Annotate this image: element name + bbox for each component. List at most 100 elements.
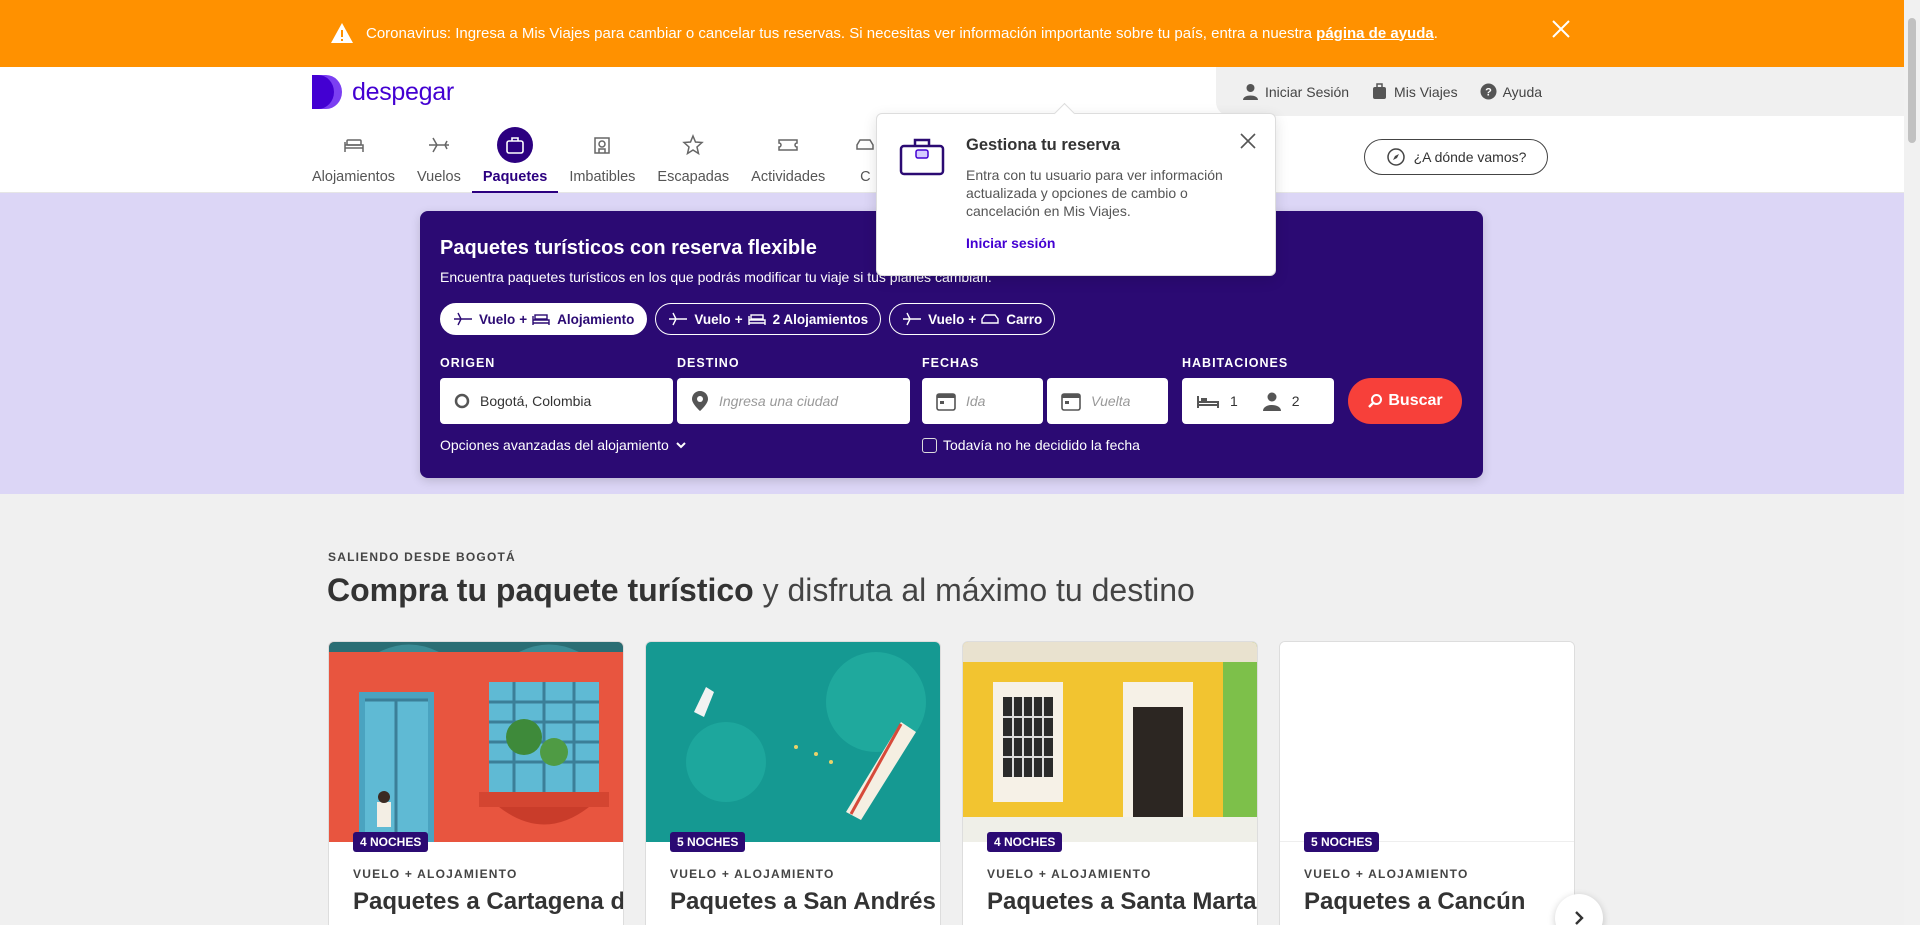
nav-icon-wrap — [675, 127, 711, 163]
calendar-icon — [1061, 393, 1081, 411]
pill-part-b: Alojamiento — [557, 311, 635, 327]
nav-icon-wrap — [421, 127, 457, 163]
destination-input[interactable]: Ingresa una ciudad — [677, 378, 910, 424]
compass-icon — [1386, 148, 1405, 166]
card-type-label: VUELO + ALOJAMIENTO — [1304, 867, 1469, 881]
card-title: Paquetes a Santa Marta — [987, 888, 1257, 915]
card-title: Paquetes a Cancún — [1304, 888, 1526, 915]
depart-placeholder: Ida — [966, 393, 986, 409]
package-card-cartagena[interactable]: 4 NOCHES VUELO + ALOJAMIENTO Paquetes a … — [328, 641, 624, 925]
help-label: Ayuda — [1502, 83, 1543, 100]
sea-boats-image — [646, 642, 940, 842]
checkbox-box[interactable] — [922, 437, 937, 453]
pill-flight-hotel[interactable]: Vuelo + Alojamiento — [440, 303, 648, 335]
my-trips-label: Mis Viajes — [1394, 83, 1458, 100]
scrollbar-thumb[interactable] — [1908, 18, 1916, 143]
nights-badge: 5 NOCHES — [1304, 832, 1380, 852]
hotel-badge-icon — [594, 137, 611, 154]
plane-icon — [454, 312, 472, 326]
login-label: Iniciar Sesión — [1265, 83, 1350, 100]
pill-plus: + — [968, 311, 977, 327]
card-type-label: VUELO + ALOJAMIENTO — [353, 867, 518, 881]
search-button-label: Buscar — [1388, 392, 1443, 409]
nights-badge: 4 NOCHES — [353, 832, 429, 852]
package-card-cancun[interactable]: 5 NOCHES VUELO + ALOJAMIENTO Paquetes a … — [1279, 641, 1575, 925]
nav-label: Escapadas — [657, 169, 730, 185]
nav-label: Imbatibles — [569, 169, 636, 185]
nav-item-vuelos[interactable]: Vuelos — [406, 127, 472, 192]
package-card-san-andres[interactable]: 5 NOCHES VUELO + ALOJAMIENTO Paquetes a … — [645, 641, 941, 925]
close-icon[interactable] — [1550, 18, 1572, 40]
nav-item-paquetes[interactable]: Paquetes — [471, 127, 559, 193]
plane-icon — [428, 137, 449, 153]
origin-input[interactable]: Bogotá, Colombia — [440, 378, 673, 424]
pill-flight-car[interactable]: Vuelo + Carro — [889, 303, 1056, 335]
alert-message: Coronavirus: Ingresa a Mis Viajes para c… — [366, 24, 1317, 42]
help-link[interactable]: ? Ayuda — [1480, 83, 1542, 100]
destination-label: DESTINO — [677, 356, 740, 370]
plane-icon — [903, 312, 922, 326]
plane-icon — [669, 312, 688, 326]
nav-label: Vuelos — [417, 169, 461, 185]
svg-text:?: ? — [1485, 87, 1492, 99]
bed-icon — [343, 139, 364, 152]
where-to-go-button[interactable]: ¿A dónde vamos? — [1364, 139, 1548, 175]
close-icon[interactable] — [1239, 132, 1257, 150]
user-icon — [1243, 84, 1258, 100]
rooms-guests-selector[interactable]: 1 2 — [1182, 378, 1334, 424]
my-trips-link[interactable]: Mis Viajes — [1371, 83, 1458, 100]
card-image-santa-marta — [963, 642, 1257, 842]
suitcase-icon — [506, 137, 524, 154]
undecided-date-checkbox[interactable]: Todavía no he decidido la fecha — [922, 437, 1140, 453]
user-icon — [1262, 392, 1281, 411]
popover-login-link[interactable]: Iniciar sesión — [966, 235, 1055, 251]
page-scrollbar[interactable] — [1904, 0, 1920, 925]
login-link[interactable]: Iniciar Sesión — [1242, 83, 1349, 100]
help-page-link[interactable]: página de ayuda — [1316, 25, 1434, 42]
headline-bold: Compra tu paquete turístico — [327, 572, 754, 608]
warning-icon — [331, 23, 353, 43]
card-title: Paquetes a Cartagena de Indias — [353, 888, 624, 915]
section-headline: Compra tu paquete turístico y disfruta a… — [327, 572, 1195, 609]
package-type-pills: Vuelo + Alojamiento Vuelo + 2 Alojamientos… — [440, 303, 1063, 335]
origin-value: Bogotá, Colombia — [480, 393, 592, 409]
nav-item-alojamientos[interactable]: Alojamientos — [312, 127, 406, 192]
return-date-input[interactable]: Vuelta — [1047, 378, 1168, 424]
cartagena-facade-image — [329, 642, 623, 842]
pill-part-a: Vuelo — [479, 311, 516, 327]
despegar-logo[interactable]: despegar — [312, 75, 454, 109]
package-cards-carousel: 4 NOCHES VUELO + ALOJAMIENTO Paquetes a … — [328, 641, 1596, 925]
popover-title: Gestiona tu reserva — [966, 136, 1121, 154]
nav-item-escapadas[interactable]: Escapadas — [646, 127, 740, 192]
pill-part-a: Vuelo — [694, 311, 731, 327]
card-type-label: VUELO + ALOJAMIENTO — [987, 867, 1152, 881]
pill-flight-two-hotels[interactable]: Vuelo + 2 Alojamientos — [655, 303, 882, 335]
manage-booking-popover: Gestiona tu reserva Entra con tu usuario… — [876, 113, 1276, 276]
undecided-date-label: Todavía no he decidido la fecha — [943, 437, 1140, 453]
section-eyebrow: SALIENDO DESDE BOGOTÁ — [328, 550, 516, 564]
depart-date-input[interactable]: Ida — [922, 378, 1043, 424]
nav-item-imbatibles[interactable]: Imbatibles — [558, 127, 646, 192]
bed-icon — [747, 314, 766, 325]
alert-suffix: . — [1433, 24, 1438, 42]
nav-label: Alojamientos — [312, 169, 396, 185]
search-button[interactable]: Buscar — [1348, 378, 1462, 424]
alert-text: Coronavirus: Ingresa a Mis Viajes para c… — [366, 25, 1438, 42]
nav-icon-wrap — [584, 127, 620, 163]
pill-part-b: Carro — [1006, 311, 1043, 327]
destination-placeholder: Ingresa una ciudad — [719, 393, 839, 409]
rooms-count: 1 — [1230, 393, 1238, 409]
covid-alert-banner: Coronavirus: Ingresa a Mis Viajes para c… — [0, 0, 1920, 67]
pill-part-b: 2 Alojamientos — [772, 311, 869, 327]
card-image-cartagena — [329, 642, 623, 842]
location-pin-icon — [692, 391, 708, 411]
pill-plus: + — [734, 311, 743, 327]
ticket-icon — [778, 139, 798, 151]
card-image-cancun — [1280, 642, 1574, 842]
nav-item-actividades[interactable]: Actividades — [740, 127, 836, 192]
headline-rest: y disfruta al máximo tu destino — [753, 572, 1195, 608]
car-icon — [856, 139, 875, 150]
advanced-options-toggle[interactable]: Opciones avanzadas del alojamiento — [440, 437, 687, 453]
package-card-santa-marta[interactable]: 4 NOCHES VUELO + ALOJAMIENTO Paquetes a … — [962, 641, 1258, 925]
luggage-icon — [1373, 83, 1387, 99]
